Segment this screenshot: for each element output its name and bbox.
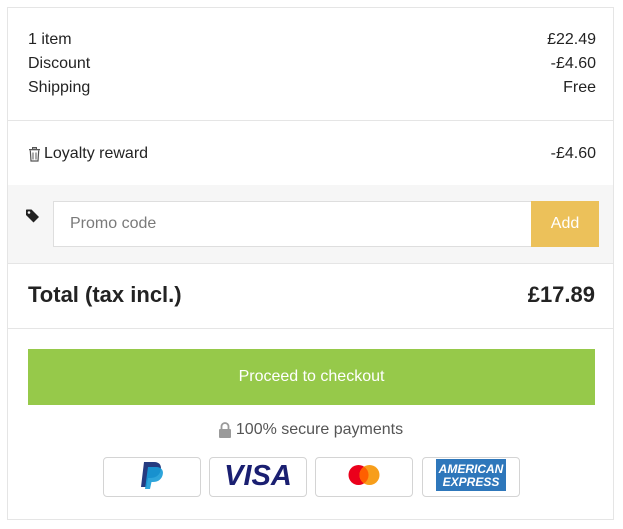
mastercard-icon [347,464,381,491]
summary-value: Free [563,79,596,96]
trash-icon[interactable] [28,146,41,162]
summary-label: 1 item [28,31,72,48]
payment-method-paypal [103,457,201,497]
summary-row-discount: Discount -£4.60 [28,52,596,76]
add-promo-button[interactable]: Add [531,201,599,247]
visa-icon: VISA [218,460,298,495]
lock-icon [218,422,232,438]
amex-wordmark-line-1: AMERICAN [438,462,504,476]
summary-value: £22.49 [547,31,596,48]
summary-value: -£4.60 [550,55,596,72]
promo-code-input[interactable] [53,201,531,247]
payment-method-visa: VISA [209,457,307,497]
paypal-icon [138,460,166,495]
amex-icon: AMERICAN EXPRESS [436,458,506,496]
payment-method-mastercard [315,457,413,497]
payment-methods: VISA AMERICAN EXPRESS [103,457,523,497]
proceed-to-checkout-button[interactable]: Proceed to checkout [28,349,595,405]
secure-payments-text: 100% secure payments [235,421,404,438]
payment-method-amex: AMERICAN EXPRESS [422,457,520,497]
loyalty-reward-row: Loyalty reward -£4.60 [28,142,596,166]
tag-icon [25,208,41,224]
total-row: Total (tax incl.) £17.89 [8,264,613,329]
cart-summary-card: 1 item £22.49 Discount -£4.60 Shipping F… [7,7,614,520]
loyalty-reward-label-group: Loyalty reward [28,145,148,163]
promo-code-section: Add [8,185,613,264]
visa-wordmark: VISA [224,460,292,490]
total-value: £17.89 [527,282,595,307]
summary-label: Discount [28,55,91,72]
loyalty-reward-value: -£4.60 [550,145,596,162]
order-summary: 1 item £22.49 Discount -£4.60 Shipping F… [8,8,613,121]
total-label: Total (tax incl.) [28,282,182,307]
summary-row-items: 1 item £22.49 [28,28,596,52]
secure-payments-note: 100% secure payments [8,421,613,439]
summary-row-shipping: Shipping Free [28,76,596,100]
loyalty-reward-section: Loyalty reward -£4.60 [8,121,613,185]
loyalty-reward-label: Loyalty reward [44,145,149,162]
summary-label: Shipping [28,79,91,96]
amex-wordmark-line-2: EXPRESS [443,475,500,489]
